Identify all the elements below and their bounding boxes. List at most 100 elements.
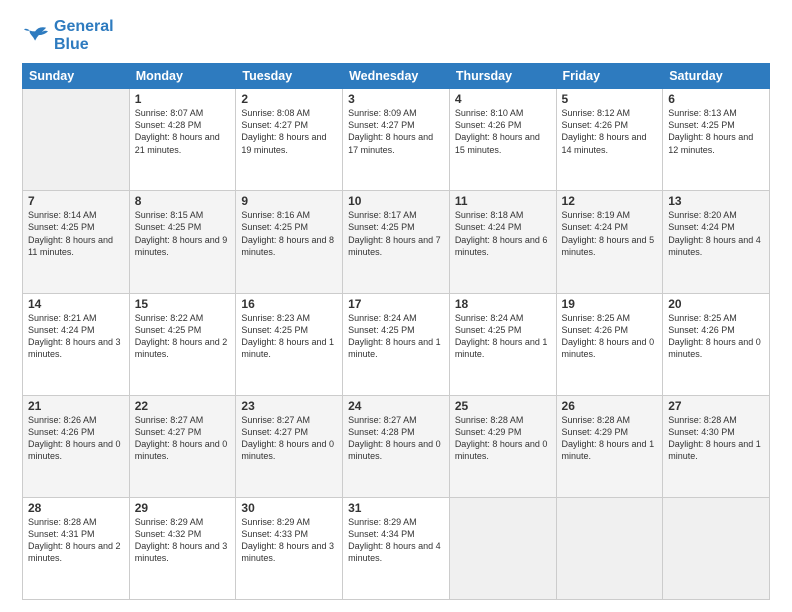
day-number: 4 <box>455 92 551 106</box>
day-info: Sunrise: 8:25 AMSunset: 4:26 PMDaylight:… <box>562 312 658 361</box>
day-info: Sunrise: 8:08 AMSunset: 4:27 PMDaylight:… <box>241 107 337 156</box>
calendar-cell: 29Sunrise: 8:29 AMSunset: 4:32 PMDayligh… <box>129 497 236 599</box>
calendar-cell <box>663 497 770 599</box>
day-info: Sunrise: 8:27 AMSunset: 4:27 PMDaylight:… <box>135 414 231 463</box>
calendar-cell: 4Sunrise: 8:10 AMSunset: 4:26 PMDaylight… <box>449 89 556 191</box>
day-number: 31 <box>348 501 444 515</box>
calendar-cell: 22Sunrise: 8:27 AMSunset: 4:27 PMDayligh… <box>129 395 236 497</box>
calendar-cell: 20Sunrise: 8:25 AMSunset: 4:26 PMDayligh… <box>663 293 770 395</box>
day-info: Sunrise: 8:27 AMSunset: 4:27 PMDaylight:… <box>241 414 337 463</box>
day-number: 28 <box>28 501 124 515</box>
calendar-week-2: 7Sunrise: 8:14 AMSunset: 4:25 PMDaylight… <box>23 191 770 293</box>
day-number: 2 <box>241 92 337 106</box>
day-number: 3 <box>348 92 444 106</box>
day-info: Sunrise: 8:22 AMSunset: 4:25 PMDaylight:… <box>135 312 231 361</box>
day-info: Sunrise: 8:26 AMSunset: 4:26 PMDaylight:… <box>28 414 124 463</box>
calendar-cell: 23Sunrise: 8:27 AMSunset: 4:27 PMDayligh… <box>236 395 343 497</box>
day-info: Sunrise: 8:15 AMSunset: 4:25 PMDaylight:… <box>135 209 231 258</box>
calendar-cell: 26Sunrise: 8:28 AMSunset: 4:29 PMDayligh… <box>556 395 663 497</box>
calendar-cell: 16Sunrise: 8:23 AMSunset: 4:25 PMDayligh… <box>236 293 343 395</box>
calendar-cell: 12Sunrise: 8:19 AMSunset: 4:24 PMDayligh… <box>556 191 663 293</box>
page: General Blue SundayMondayTuesdayWednesda… <box>0 0 792 612</box>
day-info: Sunrise: 8:07 AMSunset: 4:28 PMDaylight:… <box>135 107 231 156</box>
day-number: 8 <box>135 194 231 208</box>
day-info: Sunrise: 8:29 AMSunset: 4:33 PMDaylight:… <box>241 516 337 565</box>
day-info: Sunrise: 8:10 AMSunset: 4:26 PMDaylight:… <box>455 107 551 156</box>
day-number: 19 <box>562 297 658 311</box>
logo-text: General Blue <box>54 18 114 53</box>
day-info: Sunrise: 8:28 AMSunset: 4:29 PMDaylight:… <box>562 414 658 463</box>
day-info: Sunrise: 8:17 AMSunset: 4:25 PMDaylight:… <box>348 209 444 258</box>
calendar-cell: 13Sunrise: 8:20 AMSunset: 4:24 PMDayligh… <box>663 191 770 293</box>
weekday-header-saturday: Saturday <box>663 64 770 89</box>
day-number: 27 <box>668 399 764 413</box>
calendar-cell: 11Sunrise: 8:18 AMSunset: 4:24 PMDayligh… <box>449 191 556 293</box>
day-info: Sunrise: 8:20 AMSunset: 4:24 PMDaylight:… <box>668 209 764 258</box>
day-number: 12 <box>562 194 658 208</box>
calendar-cell: 1Sunrise: 8:07 AMSunset: 4:28 PMDaylight… <box>129 89 236 191</box>
calendar-cell: 17Sunrise: 8:24 AMSunset: 4:25 PMDayligh… <box>343 293 450 395</box>
day-info: Sunrise: 8:13 AMSunset: 4:25 PMDaylight:… <box>668 107 764 156</box>
calendar-cell: 19Sunrise: 8:25 AMSunset: 4:26 PMDayligh… <box>556 293 663 395</box>
day-info: Sunrise: 8:28 AMSunset: 4:29 PMDaylight:… <box>455 414 551 463</box>
day-info: Sunrise: 8:16 AMSunset: 4:25 PMDaylight:… <box>241 209 337 258</box>
weekday-header-tuesday: Tuesday <box>236 64 343 89</box>
calendar-cell: 10Sunrise: 8:17 AMSunset: 4:25 PMDayligh… <box>343 191 450 293</box>
calendar-week-4: 21Sunrise: 8:26 AMSunset: 4:26 PMDayligh… <box>23 395 770 497</box>
calendar-cell: 8Sunrise: 8:15 AMSunset: 4:25 PMDaylight… <box>129 191 236 293</box>
day-number: 6 <box>668 92 764 106</box>
weekday-header-row: SundayMondayTuesdayWednesdayThursdayFrid… <box>23 64 770 89</box>
day-info: Sunrise: 8:24 AMSunset: 4:25 PMDaylight:… <box>455 312 551 361</box>
day-number: 22 <box>135 399 231 413</box>
day-number: 24 <box>348 399 444 413</box>
day-info: Sunrise: 8:23 AMSunset: 4:25 PMDaylight:… <box>241 312 337 361</box>
day-number: 14 <box>28 297 124 311</box>
calendar-cell: 5Sunrise: 8:12 AMSunset: 4:26 PMDaylight… <box>556 89 663 191</box>
day-number: 29 <box>135 501 231 515</box>
day-number: 23 <box>241 399 337 413</box>
calendar-cell: 6Sunrise: 8:13 AMSunset: 4:25 PMDaylight… <box>663 89 770 191</box>
calendar-cell: 14Sunrise: 8:21 AMSunset: 4:24 PMDayligh… <box>23 293 130 395</box>
day-number: 20 <box>668 297 764 311</box>
weekday-header-thursday: Thursday <box>449 64 556 89</box>
calendar-cell <box>23 89 130 191</box>
day-info: Sunrise: 8:29 AMSunset: 4:32 PMDaylight:… <box>135 516 231 565</box>
day-info: Sunrise: 8:14 AMSunset: 4:25 PMDaylight:… <box>28 209 124 258</box>
calendar-cell: 28Sunrise: 8:28 AMSunset: 4:31 PMDayligh… <box>23 497 130 599</box>
calendar-week-5: 28Sunrise: 8:28 AMSunset: 4:31 PMDayligh… <box>23 497 770 599</box>
day-info: Sunrise: 8:19 AMSunset: 4:24 PMDaylight:… <box>562 209 658 258</box>
calendar-cell <box>449 497 556 599</box>
day-number: 21 <box>28 399 124 413</box>
logo: General Blue <box>22 18 114 53</box>
weekday-header-monday: Monday <box>129 64 236 89</box>
calendar-cell: 24Sunrise: 8:27 AMSunset: 4:28 PMDayligh… <box>343 395 450 497</box>
day-info: Sunrise: 8:29 AMSunset: 4:34 PMDaylight:… <box>348 516 444 565</box>
weekday-header-wednesday: Wednesday <box>343 64 450 89</box>
day-number: 30 <box>241 501 337 515</box>
weekday-header-friday: Friday <box>556 64 663 89</box>
calendar-cell: 31Sunrise: 8:29 AMSunset: 4:34 PMDayligh… <box>343 497 450 599</box>
calendar-week-1: 1Sunrise: 8:07 AMSunset: 4:28 PMDaylight… <box>23 89 770 191</box>
day-info: Sunrise: 8:18 AMSunset: 4:24 PMDaylight:… <box>455 209 551 258</box>
calendar-cell: 3Sunrise: 8:09 AMSunset: 4:27 PMDaylight… <box>343 89 450 191</box>
logo-icon <box>22 24 50 48</box>
day-info: Sunrise: 8:21 AMSunset: 4:24 PMDaylight:… <box>28 312 124 361</box>
calendar-cell: 2Sunrise: 8:08 AMSunset: 4:27 PMDaylight… <box>236 89 343 191</box>
day-number: 25 <box>455 399 551 413</box>
day-info: Sunrise: 8:12 AMSunset: 4:26 PMDaylight:… <box>562 107 658 156</box>
calendar-week-3: 14Sunrise: 8:21 AMSunset: 4:24 PMDayligh… <box>23 293 770 395</box>
day-number: 15 <box>135 297 231 311</box>
calendar-cell <box>556 497 663 599</box>
day-number: 18 <box>455 297 551 311</box>
day-number: 16 <box>241 297 337 311</box>
calendar-cell: 27Sunrise: 8:28 AMSunset: 4:30 PMDayligh… <box>663 395 770 497</box>
calendar-cell: 18Sunrise: 8:24 AMSunset: 4:25 PMDayligh… <box>449 293 556 395</box>
calendar-cell: 21Sunrise: 8:26 AMSunset: 4:26 PMDayligh… <box>23 395 130 497</box>
calendar-cell: 9Sunrise: 8:16 AMSunset: 4:25 PMDaylight… <box>236 191 343 293</box>
calendar-table: SundayMondayTuesdayWednesdayThursdayFrid… <box>22 63 770 600</box>
header: General Blue <box>22 18 770 53</box>
day-number: 26 <box>562 399 658 413</box>
calendar-cell: 7Sunrise: 8:14 AMSunset: 4:25 PMDaylight… <box>23 191 130 293</box>
day-info: Sunrise: 8:27 AMSunset: 4:28 PMDaylight:… <box>348 414 444 463</box>
calendar-cell: 30Sunrise: 8:29 AMSunset: 4:33 PMDayligh… <box>236 497 343 599</box>
